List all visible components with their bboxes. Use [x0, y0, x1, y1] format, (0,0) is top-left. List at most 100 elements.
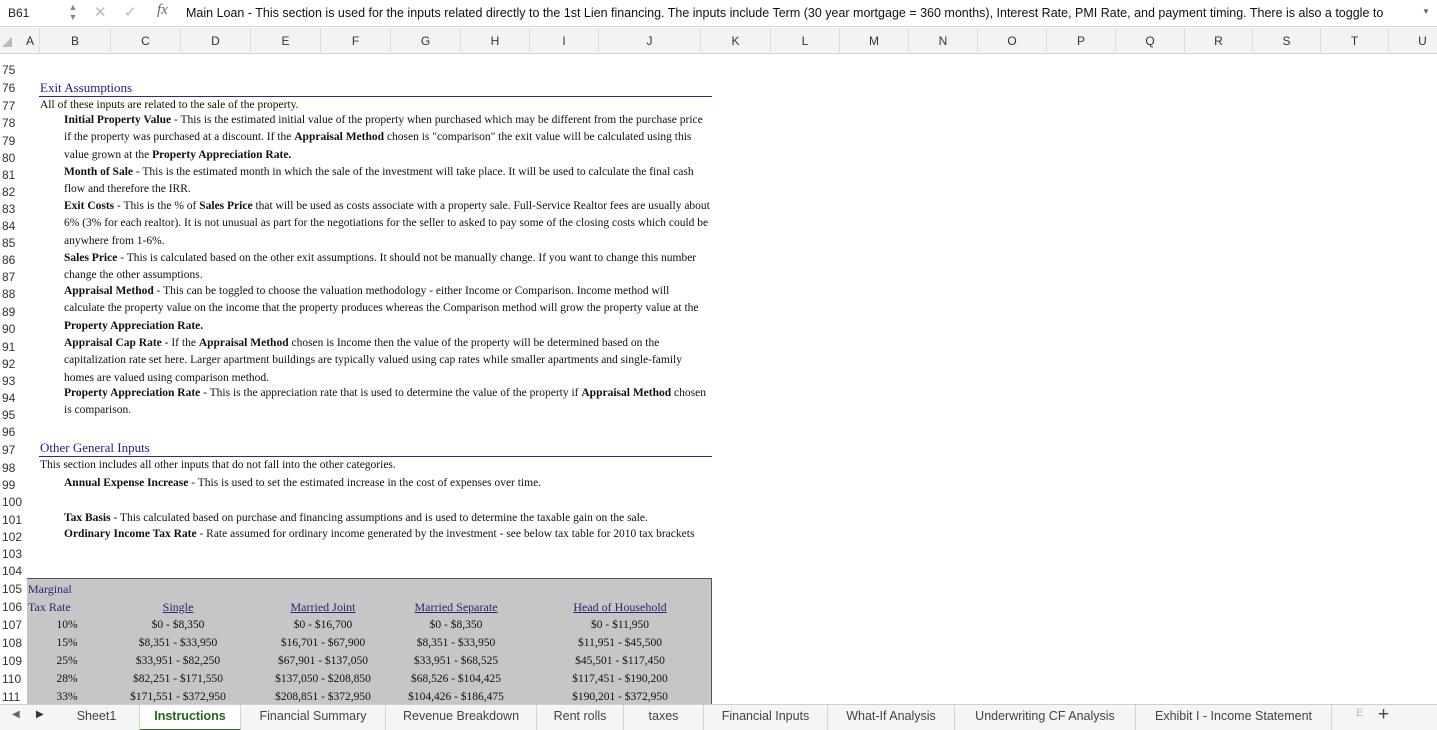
column-header-p[interactable]: P: [1047, 28, 1116, 54]
row-header[interactable]: 79: [2, 134, 26, 148]
row-header[interactable]: 91: [2, 340, 26, 354]
exit-definition-term: Initial Property Value: [64, 114, 172, 126]
row-header[interactable]: 94: [2, 391, 26, 405]
sheet-grid[interactable]: Exit Assumptions All of these inputs are…: [27, 55, 1437, 705]
sheet-tab[interactable]: Rent rolls: [537, 705, 624, 730]
column-header-q[interactable]: Q: [1116, 28, 1185, 54]
column-header-o[interactable]: O: [978, 28, 1047, 54]
row-header[interactable]: 98: [2, 461, 26, 475]
column-header-u[interactable]: U: [1389, 28, 1437, 54]
exit-definition-text: - If the: [161, 337, 199, 349]
section-intro-exit: All of these inputs are related to the s…: [40, 99, 299, 111]
column-header-j[interactable]: J: [599, 28, 701, 54]
row-header[interactable]: 97: [2, 443, 26, 457]
sheet-tab[interactable]: Financial Inputs: [704, 705, 828, 730]
tab-scroll-left-icon[interactable]: ◀: [12, 709, 20, 720]
column-header-c[interactable]: C: [111, 28, 181, 54]
section-title-other: Other General Inputs: [40, 440, 150, 455]
sheet-tab[interactable]: Financial Summary: [241, 705, 386, 730]
row-header[interactable]: 86: [2, 253, 26, 267]
tax-table-header: Single: [162, 600, 194, 614]
row-header[interactable]: 89: [2, 305, 26, 319]
row-header[interactable]: 109: [2, 654, 26, 668]
section-rule: [39, 96, 712, 97]
exit-definition-item: Exit Costs - This is the % of Sales Pric…: [64, 198, 712, 250]
row-header[interactable]: 96: [2, 425, 26, 439]
row-header[interactable]: 80: [2, 151, 26, 165]
row-header[interactable]: 87: [2, 270, 26, 284]
exit-definition-term: Property Appreciation Rate.: [64, 319, 204, 332]
exit-definition-term: Sales Price: [64, 252, 118, 264]
column-header-i[interactable]: I: [530, 28, 599, 54]
tax-bracket-cell: $0 - $16,700: [293, 619, 353, 631]
other-definition-text: - This is used to set the estimated incr…: [188, 477, 542, 489]
sheet-tab[interactable]: What-If Analysis: [828, 705, 955, 730]
row-header[interactable]: 84: [2, 219, 26, 233]
tax-bracket-cell: $8,351 - $33,950: [416, 637, 496, 649]
sheet-tab[interactable]: Sheet1: [54, 705, 140, 730]
column-header-h[interactable]: H: [461, 28, 530, 54]
row-header[interactable]: 99: [2, 478, 26, 492]
row-header[interactable]: 101: [2, 513, 26, 527]
tax-rate-cell: 28%: [56, 673, 78, 685]
row-header[interactable]: 100: [2, 495, 26, 509]
exit-definition-item: Sales Price - This is calculated based o…: [64, 250, 712, 285]
row-header[interactable]: 88: [2, 287, 26, 301]
tab-overflow[interactable]: E: [1356, 707, 1363, 719]
column-header-d[interactable]: D: [181, 28, 251, 54]
row-header[interactable]: 107: [2, 618, 26, 632]
row-header[interactable]: 95: [2, 408, 26, 422]
column-header-f[interactable]: F: [321, 28, 391, 54]
row-header[interactable]: 110: [2, 672, 26, 686]
column-header-g[interactable]: G: [391, 28, 461, 54]
row-header[interactable]: 105: [2, 582, 26, 596]
tax-bracket-cell: $190,201 - $372,950: [572, 691, 668, 703]
chevron-down-icon[interactable]: ▼: [1422, 7, 1430, 16]
row-header[interactable]: 92: [2, 357, 26, 371]
row-header[interactable]: 76: [2, 81, 26, 95]
sheet-tab[interactable]: Instructions: [140, 705, 241, 730]
check-icon[interactable]: ✓: [124, 3, 137, 21]
column-header-s[interactable]: S: [1253, 28, 1321, 54]
row-header[interactable]: 82: [2, 185, 26, 199]
row-header[interactable]: 104: [2, 564, 26, 578]
column-header-m[interactable]: M: [840, 28, 909, 54]
row-header[interactable]: 93: [2, 374, 26, 388]
row-header[interactable]: 106: [2, 600, 26, 614]
row-header[interactable]: 78: [2, 116, 26, 130]
row-header[interactable]: 102: [2, 530, 26, 544]
row-header[interactable]: 77: [2, 99, 26, 113]
tax-bracket-cell: $0 - $8,350: [429, 619, 483, 631]
other-definition-item: Ordinary Income Tax Rate - Rate assumed …: [64, 526, 712, 543]
sheet-tab[interactable]: taxes: [624, 705, 704, 730]
column-header-b[interactable]: B: [40, 28, 111, 54]
column-header-k[interactable]: K: [701, 28, 771, 54]
row-header[interactable]: 111: [2, 690, 26, 704]
sheet-tab[interactable]: Exhibit I - Income Statement: [1136, 705, 1332, 730]
tab-scroll-right-icon[interactable]: ▶: [36, 709, 44, 720]
row-header[interactable]: 108: [2, 636, 26, 650]
row-header[interactable]: 103: [2, 547, 26, 561]
column-header-l[interactable]: L: [771, 28, 840, 54]
sheet-tab[interactable]: Underwriting CF Analysis: [955, 705, 1136, 730]
cancel-icon[interactable]: ✕: [94, 3, 107, 21]
column-header-e[interactable]: E: [251, 28, 321, 54]
row-header[interactable]: 83: [2, 202, 26, 216]
name-box-stepper-icon[interactable]: ▲ ▼: [66, 2, 80, 24]
row-header[interactable]: 81: [2, 168, 26, 182]
column-header-r[interactable]: R: [1185, 28, 1253, 54]
row-header[interactable]: 85: [2, 236, 26, 250]
insert-function-icon[interactable]: fx: [157, 2, 168, 19]
select-all-corner[interactable]: [0, 28, 26, 54]
row-header[interactable]: 90: [2, 322, 26, 336]
add-sheet-icon[interactable]: +: [1378, 704, 1389, 726]
sheet-tab[interactable]: Revenue Breakdown: [386, 705, 537, 730]
column-header-a[interactable]: A: [26, 28, 40, 54]
name-box[interactable]: B61: [0, 3, 62, 23]
exit-definition-item: Appraisal Cap Rate - If the Appraisal Me…: [64, 335, 712, 387]
formula-input[interactable]: Main Loan - This section is used for the…: [186, 3, 1411, 23]
exit-definition-item: Property Appreciation Rate - This is the…: [64, 385, 712, 420]
row-header[interactable]: 75: [2, 63, 26, 77]
column-header-n[interactable]: N: [909, 28, 978, 54]
column-header-t[interactable]: T: [1321, 28, 1389, 54]
